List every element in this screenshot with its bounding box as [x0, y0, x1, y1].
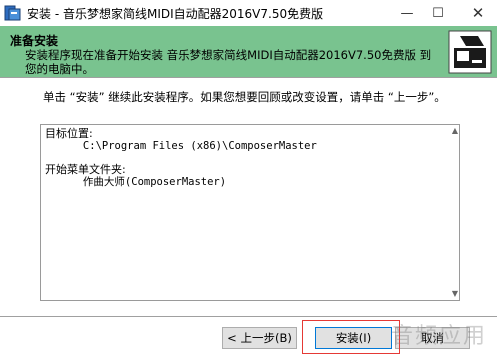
window-title: 安装 - 音乐梦想家简线MIDI自动配器2016V7.50免费版 [27, 7, 324, 21]
install-button[interactable]: 安装(I) [315, 327, 392, 349]
start-menu-label: 开始菜单文件夹: [45, 163, 126, 176]
page-description: 安装程序现在准备开始安装 音乐梦想家简线MIDI自动配器2016V7.50免费版… [25, 48, 432, 76]
installer-app-icon [4, 5, 21, 21]
target-location-path: C:\Program Files (x86)\ComposerMaster [45, 140, 317, 152]
minimize-button[interactable]: — [390, 0, 424, 26]
settings-summary-box[interactable]: 目标位置: C:\Program Files (x86)\ComposerMas… [40, 124, 460, 301]
start-menu-folder: 作曲大师(ComposerMaster) [45, 176, 227, 188]
computer-install-icon [448, 30, 492, 74]
close-button[interactable]: ✕ [461, 0, 495, 26]
scroll-down-arrow-icon[interactable]: ▼ [452, 288, 458, 300]
title-bar: 安装 - 音乐梦想家简线MIDI自动配器2016V7.50免费版 — ☐ ✕ [0, 0, 497, 26]
target-location-label: 目标位置: [45, 127, 93, 140]
page-title: 准备安装 [10, 34, 59, 48]
watermark-text: 音频应用 [390, 324, 487, 349]
wizard-header: 准备安装 安装程序现在准备开始安装 音乐梦想家简线MIDI自动配器2016V7.… [0, 26, 497, 78]
back-button[interactable]: < 上一步(B) [222, 327, 297, 349]
instruction-text: 单击 “安装” 继续此安装程序。如果您想要回顾或改变设置，请单击 “上一步”。 [43, 90, 446, 104]
maximize-button[interactable]: ☐ [421, 0, 455, 26]
scroll-up-arrow-icon[interactable]: ▲ [452, 125, 458, 137]
